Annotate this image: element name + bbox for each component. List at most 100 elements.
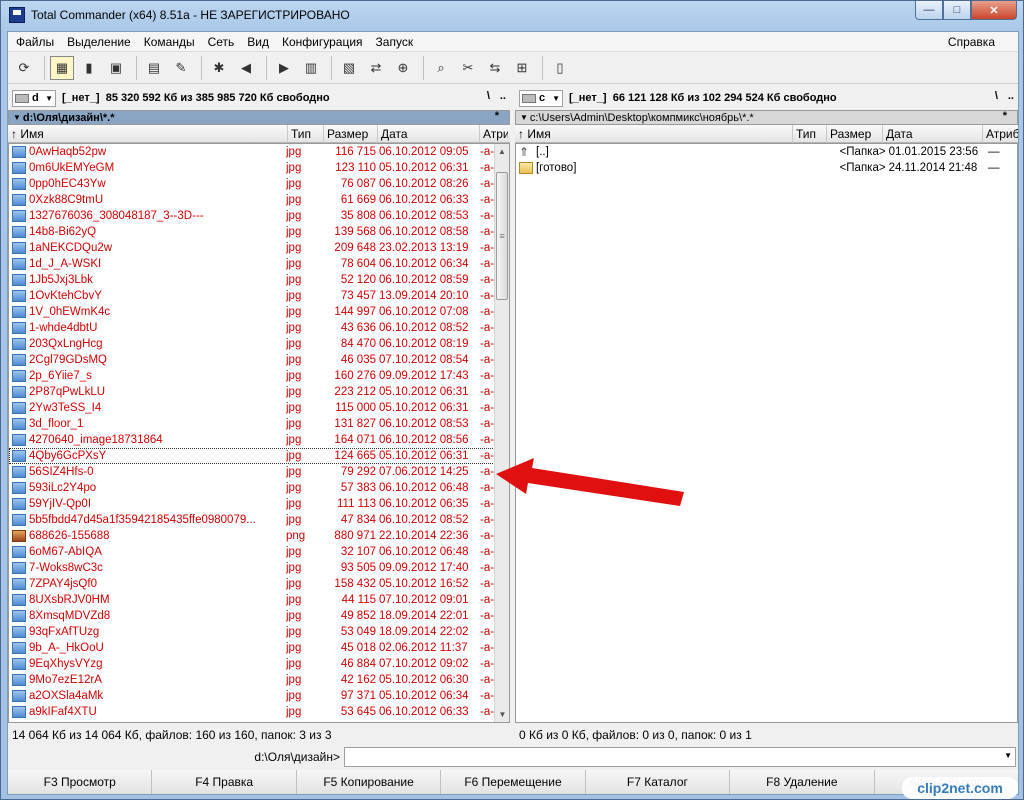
- file-row[interactable]: 2Cgl79GDsMQ jpg 46 035 07.10.2012 08:54 -a-: [9, 352, 509, 368]
- file-row[interactable]: 1aNEKCDQu2w jpg 209 648 23.02.2013 13:19 -a-: [9, 240, 509, 256]
- file-row[interactable]: 5b5fbdd47d45a1f35942185435ffe0980079... j…: [9, 512, 509, 528]
- menu-selection[interactable]: Выделение: [67, 35, 131, 49]
- maximize-button[interactable]: □: [943, 1, 971, 20]
- f8-delete-button[interactable]: F8 Удаление: [730, 770, 875, 794]
- left-file-list[interactable]: ▲ ≡ ▼ 0AwHaqb52pw jpg 116 715 06.10.2012 09…: [8, 143, 510, 723]
- file-row[interactable]: 4Qby6GcPXsY jpg 124 665 05.10.2012 06:31 -a-: [9, 448, 509, 464]
- brief-view-icon[interactable]: ▦: [50, 55, 74, 80]
- col-size[interactable]: Размер: [324, 124, 378, 143]
- file-row[interactable]: 1d_J_A-WSKI jpg 78 604 06.10.2012 06:34 -a-: [9, 256, 509, 272]
- refresh-icon[interactable]: ⟳: [12, 56, 36, 80]
- menu-files[interactable]: Файлы: [16, 35, 54, 49]
- file-row[interactable]: 0Xzk88C9tmU jpg 61 669 06.10.2012 06:33 -a-: [9, 192, 509, 208]
- file-row[interactable]: 7ZPAY4jsQf0 jpg 158 432 05.10.2012 16:52 -a-: [9, 576, 509, 592]
- left-scrollbar[interactable]: ▲ ≡ ▼: [494, 144, 509, 722]
- right-file-list[interactable]: ⇑ [..] <Папка> 01.01.2015 23:56 — [готово] <Па…: [515, 143, 1018, 723]
- notepad-icon[interactable]: ▯: [548, 56, 572, 80]
- file-row[interactable]: 2p_6Yiie7_s jpg 160 276 09.09.2012 17:43 -a-: [9, 368, 509, 384]
- right-panel[interactable]: c ▼ [_нет_] 66 121 128 Кб из 102 294 524…: [515, 86, 1018, 726]
- zip-unpack-icon[interactable]: ▧: [337, 56, 361, 80]
- f3-view-button[interactable]: F3 Просмотр: [8, 770, 153, 794]
- left-root-button[interactable]: \: [487, 90, 490, 102]
- menu-configuration[interactable]: Конфигурация: [282, 35, 363, 49]
- menu-start[interactable]: Запуск: [376, 35, 414, 49]
- url-icon[interactable]: ⊕: [391, 56, 415, 80]
- col-name[interactable]: ↑ Имя: [8, 124, 288, 143]
- file-row[interactable]: 2Yw3TeSS_I4 jpg 115 000 05.10.2012 06:31 -a-: [9, 400, 509, 416]
- forward-icon[interactable]: ▶: [272, 56, 296, 80]
- menu-commands[interactable]: Команды: [144, 35, 195, 49]
- file-row[interactable]: 7-Woks8wC3c jpg 93 505 09.09.2012 17:40 -a-: [9, 560, 509, 576]
- col-name[interactable]: ↑ Имя: [515, 124, 793, 143]
- file-row[interactable]: 0pp0hEC43Yw jpg 76 087 06.10.2012 08:26 -a-: [9, 176, 509, 192]
- menu-view[interactable]: Вид: [247, 35, 269, 49]
- file-row[interactable]: 6oM67-AbIQA jpg 32 107 06.10.2012 06:48 -a-: [9, 544, 509, 560]
- file-row[interactable]: ⇑ [..] <Папка> 01.01.2015 23:56 —: [516, 144, 1017, 160]
- file-row[interactable]: 9b_A-_HkOoU jpg 45 018 02.06.2012 11:37 -a-: [9, 640, 509, 656]
- scroll-thumb[interactable]: ≡: [496, 172, 508, 300]
- invert-selection-icon[interactable]: ✎: [169, 56, 193, 80]
- compare-icon[interactable]: ⊞: [510, 56, 534, 80]
- file-row[interactable]: a2OXSla4aMk jpg 97 371 05.10.2012 06:34 -a-: [9, 688, 509, 704]
- left-up-button[interactable]: ..: [500, 90, 506, 102]
- back-icon[interactable]: ◀: [234, 56, 258, 80]
- file-row[interactable]: 1-whde4dbtU jpg 43 636 06.10.2012 08:52 -a-: [9, 320, 509, 336]
- file-row[interactable]: 0m6UkEMYeGM jpg 123 110 05.10.2012 06:31 -a-: [9, 160, 509, 176]
- file-row[interactable]: 93qFxAfTUzg jpg 53 049 18.09.2014 22:02 -a-: [9, 624, 509, 640]
- zip-pack-icon[interactable]: ▥: [299, 56, 323, 80]
- right-path-bar[interactable]: ▼ c:\Users\Admin\Desktop\компмикс\ноябрь…: [515, 110, 1018, 125]
- minimize-button[interactable]: —: [915, 1, 943, 20]
- command-input[interactable]: ▼: [344, 747, 1016, 767]
- detailed-view-icon[interactable]: ▮: [77, 56, 101, 80]
- f6-move-button[interactable]: F6 Перемещение: [441, 770, 586, 794]
- file-row[interactable]: 1Jb5Jxj3Lbk jpg 52 120 06.10.2012 08:59 -a-: [9, 272, 509, 288]
- f5-copy-button[interactable]: F5 Копирование: [296, 770, 442, 794]
- right-filter-button[interactable]: *: [1003, 110, 1007, 122]
- left-drive-select[interactable]: d ▼: [12, 89, 56, 107]
- multi-rename-icon[interactable]: ✂: [456, 56, 480, 80]
- scroll-up-icon[interactable]: ▲: [495, 144, 509, 159]
- sync-dirs-icon[interactable]: ⇆: [483, 56, 507, 80]
- scroll-down-icon[interactable]: ▼: [495, 707, 509, 722]
- col-attr[interactable]: Атрибуты: [983, 125, 1018, 143]
- file-row[interactable]: 9EqXhysVYzg jpg 46 884 07.10.2012 09:02 -a-: [9, 656, 509, 672]
- chevron-down-icon[interactable]: ▼: [1004, 751, 1012, 760]
- file-row[interactable]: 0AwHaqb52pw jpg 116 715 06.10.2012 09:05 -a-: [9, 144, 509, 160]
- right-up-button[interactable]: ..: [1008, 90, 1014, 102]
- col-date[interactable]: Дата: [378, 124, 480, 143]
- right-path-history-icon[interactable]: ▼: [520, 113, 528, 122]
- file-row[interactable]: 1V_0hEWmK4c jpg 144 997 06.10.2012 07:08 -a-: [9, 304, 509, 320]
- title-bar[interactable]: Total Commander (x64) 8.51a - НЕ ЗАРЕГИС…: [1, 1, 1023, 29]
- file-row[interactable]: 688626-155688 png 880 971 22.10.2014 22:36-…: [9, 528, 509, 544]
- menu-help[interactable]: Справка: [948, 35, 995, 49]
- file-row[interactable]: 8UXsbRJV0HM jpg 44 115 07.10.2012 09:01 -a-: [9, 592, 509, 608]
- file-row[interactable]: 3d_floor_1 jpg 131 827 06.10.2012 08:53 -a-: [9, 416, 509, 432]
- file-row[interactable]: 14b8-Bi62yQ jpg 139 568 06.10.2012 08:58 -a-: [9, 224, 509, 240]
- file-row[interactable]: 59YjIV-Qp0I jpg 111 113 06.10.2012 06:35 -a-: [9, 496, 509, 512]
- tree-view-icon[interactable]: ▤: [142, 56, 166, 80]
- col-ext[interactable]: Тип: [793, 124, 827, 143]
- file-row[interactable]: 203QxLngHcg jpg 84 470 06.10.2012 08:19 -a-: [9, 336, 509, 352]
- file-row[interactable]: 9Mo7ezE12rA jpg 42 162 05.10.2012 06:30 -a-: [9, 672, 509, 688]
- file-row[interactable]: 8XmsqMDVZd8 jpg 49 852 18.09.2014 22:01 -a-: [9, 608, 509, 624]
- file-row[interactable]: 56SIZ4Hfs-0 jpg 79 292 07.06.2012 14:25 -a-: [9, 464, 509, 480]
- file-row[interactable]: 1OvKtehCbvY jpg 73 457 13.09.2014 20:10 -a-: [9, 288, 509, 304]
- file-row[interactable]: 4270640_image18731864 jpg 164 071 06.10.201…: [9, 432, 509, 448]
- ftp-icon[interactable]: ⇄: [364, 56, 388, 80]
- col-ext[interactable]: Тип: [288, 124, 324, 143]
- left-filter-button[interactable]: *: [495, 110, 499, 122]
- file-row[interactable]: 2P87qPwLkLU jpg 223 212 05.10.2012 06:31 -a-: [9, 384, 509, 400]
- search-icon[interactable]: ⌕: [429, 56, 453, 80]
- pack-icon[interactable]: ✱: [207, 56, 231, 80]
- right-drive-select[interactable]: c ▼: [519, 89, 563, 107]
- menu-network[interactable]: Сеть: [208, 35, 235, 49]
- left-path-history-icon[interactable]: ▼: [13, 113, 21, 122]
- file-row[interactable]: 593iLc2Y4po jpg 57 383 06.10.2012 06:48 -a-: [9, 480, 509, 496]
- thumbnail-view-icon[interactable]: ▣: [104, 56, 128, 80]
- f4-edit-button[interactable]: F4 Правка: [152, 770, 297, 794]
- col-size[interactable]: Размер: [827, 124, 883, 143]
- col-date[interactable]: Дата: [883, 124, 983, 143]
- file-row[interactable]: [готово] <Папка> 24.11.2014 21:48 —: [516, 160, 1017, 176]
- file-row[interactable]: a9kIFaf4XTU jpg 53 645 06.10.2012 06:33 -a-: [9, 704, 509, 720]
- file-row[interactable]: 1327676036_308048187_3--3D--- jpg 35 808 06…: [9, 208, 509, 224]
